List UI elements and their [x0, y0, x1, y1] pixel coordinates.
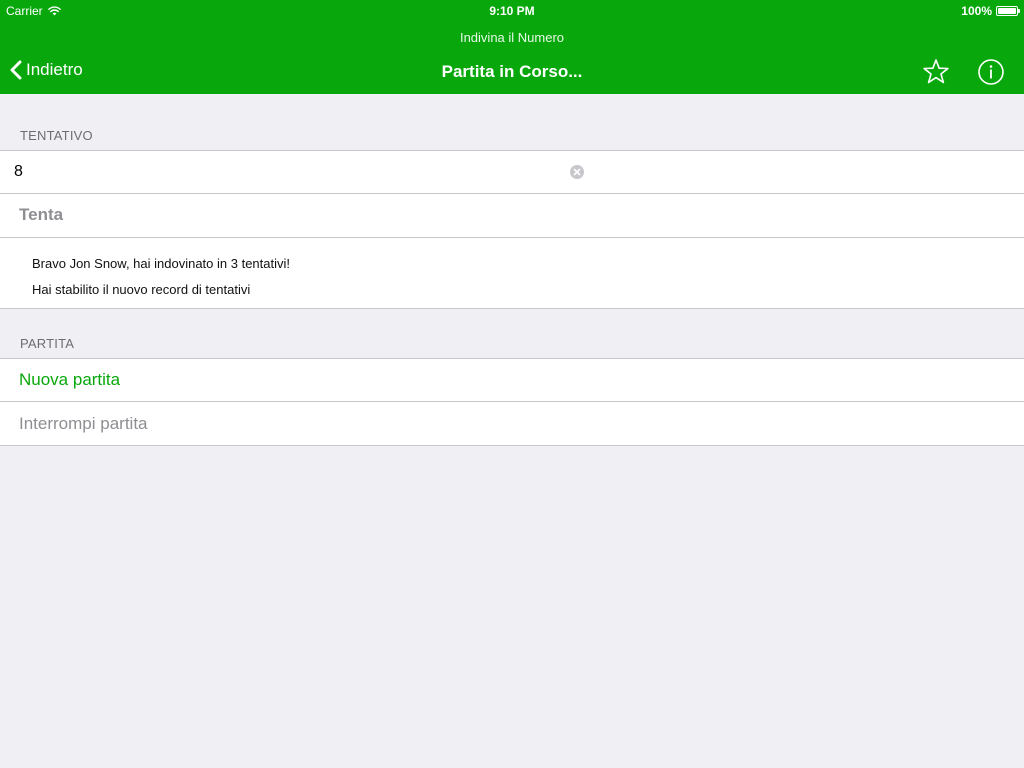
- status-time: 9:10 PM: [489, 4, 535, 18]
- status-battery: 100%: [961, 4, 1020, 18]
- stop-game-button[interactable]: Interrompi partita: [19, 414, 148, 434]
- info-button[interactable]: [976, 57, 1006, 87]
- section-header-guess: TENTATIVO: [20, 128, 93, 143]
- guess-input[interactable]: [14, 161, 554, 183]
- battery-fill: [998, 8, 1016, 14]
- record-message: Hai stabilito il nuovo record di tentati…: [32, 282, 251, 297]
- battery-icon: [996, 6, 1020, 16]
- message-cell: Bravo Jon Snow, hai indovinato in 3 tent…: [0, 238, 1024, 308]
- stop-game-cell[interactable]: Interrompi partita: [0, 402, 1024, 445]
- try-button[interactable]: Tenta: [19, 205, 63, 225]
- new-game-cell[interactable]: Nuova partita: [0, 359, 1024, 401]
- back-button[interactable]: Indietro: [10, 60, 83, 80]
- section-header-game: PARTITA: [20, 336, 75, 351]
- clear-input-button[interactable]: [570, 165, 584, 179]
- game-group: Nuova partita Interrompi partita: [0, 358, 1024, 446]
- try-cell[interactable]: Tenta: [0, 194, 1024, 237]
- guess-input-cell: [0, 151, 1024, 193]
- page-title: Partita in Corso...: [441, 62, 583, 81]
- battery-percent: 100%: [961, 4, 992, 18]
- result-message: Bravo Jon Snow, hai indovinato in 3 tent…: [32, 256, 290, 271]
- info-icon: [978, 59, 1004, 85]
- back-button-label: Indietro: [26, 60, 83, 79]
- chevron-left-icon: [10, 60, 22, 80]
- navigation-bar: Indietro Partita in Corso...: [0, 50, 1024, 94]
- guess-group: Tenta Bravo Jon Snow, hai indovinato in …: [0, 150, 1024, 309]
- status-bar: Carrier 9:10 PM 100%: [0, 0, 1024, 22]
- new-game-button[interactable]: Nuova partita: [19, 370, 120, 390]
- star-icon: [923, 59, 949, 84]
- favorite-button[interactable]: [921, 57, 951, 87]
- top-bar: Carrier 9:10 PM 100% Indivina il Numero …: [0, 0, 1024, 94]
- app-name: Indivina il Numero: [459, 30, 565, 45]
- clear-icon: [573, 168, 581, 176]
